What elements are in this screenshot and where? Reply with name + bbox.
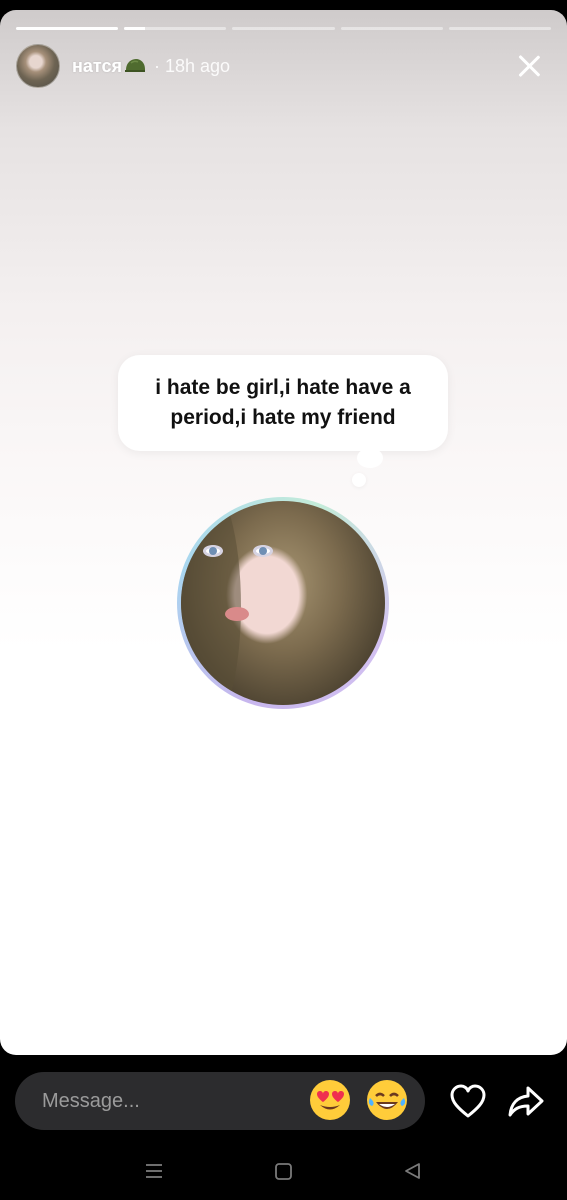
home-square-icon[interactable] bbox=[274, 1160, 294, 1182]
story-header: натся · 18h ago bbox=[16, 44, 551, 88]
tears-of-joy-emoji[interactable] bbox=[367, 1080, 407, 1120]
military-helmet-emoji bbox=[124, 59, 145, 72]
menu-icon[interactable] bbox=[144, 1160, 164, 1182]
progress-fill bbox=[124, 27, 145, 30]
note-bubble-dot bbox=[352, 473, 366, 487]
note-text: i hate be girl,i hate have a period,i ha… bbox=[155, 376, 411, 429]
avatar[interactable] bbox=[16, 44, 60, 88]
progress-fill bbox=[16, 27, 119, 30]
note-bubble-tail bbox=[357, 448, 383, 468]
profile-photo bbox=[181, 501, 385, 705]
progress-segment bbox=[16, 27, 119, 30]
note-bubble: i hate be girl,i hate have a period,i ha… bbox=[118, 355, 448, 451]
share-arrow-icon[interactable] bbox=[506, 1082, 546, 1120]
progress-segment bbox=[340, 27, 443, 30]
story-view: натся · 18h ago i hate be girl,i hate ha… bbox=[0, 10, 567, 1055]
story-progress-bar bbox=[16, 27, 552, 30]
photo-eye bbox=[253, 545, 273, 557]
profile-ring[interactable] bbox=[177, 497, 389, 709]
username-text: натся bbox=[72, 55, 122, 76]
message-input[interactable]: Message... bbox=[15, 1072, 425, 1130]
username[interactable]: натся bbox=[72, 56, 146, 77]
progress-segment bbox=[124, 27, 227, 30]
back-triangle-icon[interactable] bbox=[403, 1160, 423, 1182]
progress-segment bbox=[232, 27, 335, 30]
close-icon[interactable] bbox=[515, 52, 543, 80]
photo-eye bbox=[203, 545, 223, 557]
progress-segment bbox=[448, 27, 552, 30]
heart-eyes-emoji[interactable] bbox=[310, 1080, 350, 1120]
message-placeholder: Message... bbox=[42, 1089, 140, 1112]
photo-mouth bbox=[225, 607, 249, 621]
photo-hair bbox=[181, 501, 241, 705]
heart-icon[interactable] bbox=[448, 1082, 488, 1120]
story-timestamp: · 18h ago bbox=[153, 55, 231, 76]
